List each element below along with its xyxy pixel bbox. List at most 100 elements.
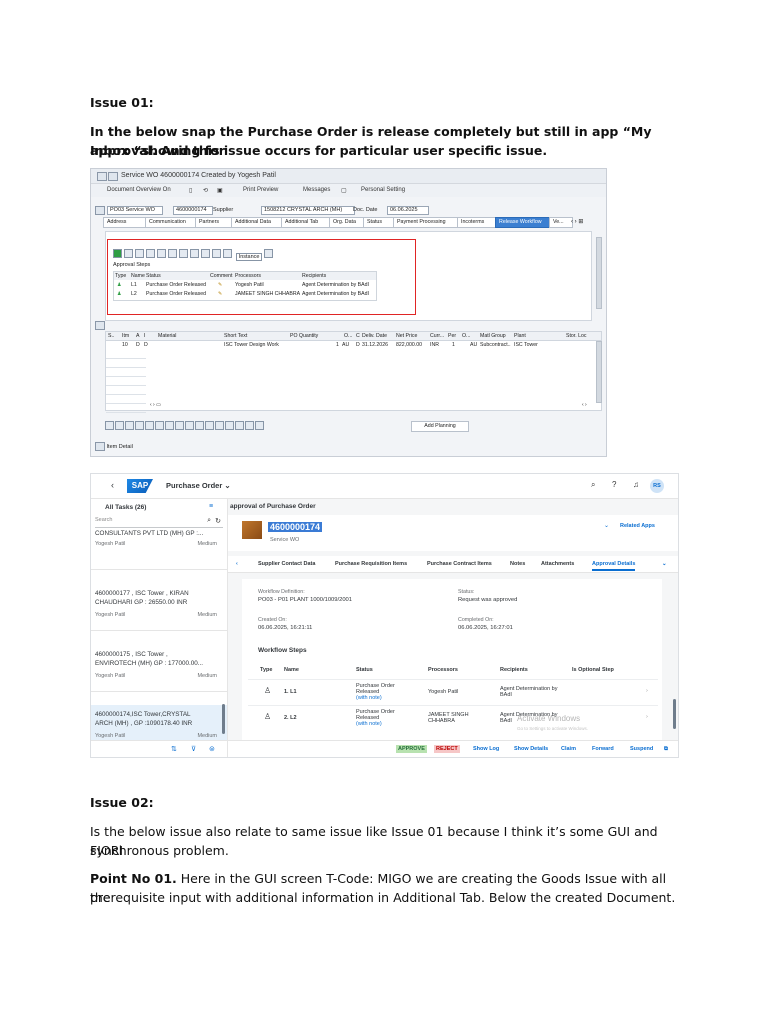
toolbar-icon[interactable] <box>165 421 174 430</box>
add-planning-button[interactable]: Add Planning <box>411 421 469 432</box>
tab-supplier-contact-data[interactable]: Supplier Contact Data <box>258 561 315 567</box>
tab-more[interactable]: Ve... <box>549 217 573 228</box>
messages-button[interactable]: Messages <box>303 187 330 193</box>
tab-approval-details[interactable]: Approval Details <box>592 561 636 571</box>
collapse-header-icon[interactable] <box>95 321 105 330</box>
toolbar-icon[interactable] <box>157 249 166 258</box>
filter-icon[interactable]: ⊽ <box>191 745 196 753</box>
table-row[interactable]: ♟ L2 Purchase Order Released ✎ JAMEET SI… <box>114 290 376 298</box>
toolbar-icon[interactable] <box>245 421 254 430</box>
tab-additional-tab[interactable]: Additional Tab <box>281 217 331 228</box>
toolbar-icon[interactable] <box>212 249 221 258</box>
navigation-chevron-icon[interactable]: › <box>646 688 648 695</box>
table-row[interactable]: ♙ 2. L2 Purchase Order Released (with no… <box>248 705 658 730</box>
toolbar-icon[interactable] <box>115 421 124 430</box>
toolbar-icon[interactable] <box>105 421 114 430</box>
app-title[interactable]: Purchase Order ⌄ <box>166 481 231 490</box>
tab-payment-processing[interactable]: Payment Processing <box>393 217 459 228</box>
claim-button[interactable]: Claim <box>559 745 578 753</box>
refresh-icon[interactable]: ↻ <box>215 517 221 525</box>
doc-type-field[interactable]: PO03 Service WO <box>107 206 163 215</box>
avatar[interactable]: RS <box>650 479 664 493</box>
toolbar-icon[interactable] <box>125 421 134 430</box>
green-light-icon[interactable] <box>113 249 122 258</box>
po-number-field[interactable]: 4600000174 <box>173 206 213 215</box>
toolbar-icon[interactable] <box>264 249 274 258</box>
list-item[interactable]: CONSULTANTS PVT LTD (MH) GP :... Yogesh … <box>91 529 227 570</box>
tab-notes[interactable]: Notes <box>510 561 525 567</box>
help-icon[interactable]: ▢ <box>341 187 347 194</box>
toolbar-icon[interactable] <box>146 249 155 258</box>
sort-icon[interactable]: ⇅ <box>171 745 177 753</box>
comment-icon[interactable]: ✎ <box>218 282 222 288</box>
other-po-icon[interactable]: ▣ <box>217 187 223 194</box>
group-icon[interactable]: ⊜ <box>209 745 215 753</box>
edit-icon[interactable]: ⟲ <box>203 187 208 194</box>
toolbar-icon[interactable] <box>195 421 204 430</box>
personal-setting-button[interactable]: Personal Setting <box>361 187 405 193</box>
document-overview-button[interactable]: Document Overview On <box>107 187 171 193</box>
workflow-scrollbar[interactable] <box>596 237 602 309</box>
tab-org-data[interactable]: Org. Data <box>329 217 365 228</box>
table-row[interactable]: 10 D D ISC Tower Design Work 1 AU D 31.1… <box>106 341 601 349</box>
share-icon[interactable]: ⧉ <box>662 745 670 754</box>
tab-incoterms[interactable]: Incoterms <box>457 217 497 228</box>
tab-communication[interactable]: Communication <box>145 217 197 228</box>
related-apps-button[interactable]: Related Apps <box>620 523 655 529</box>
list-item[interactable]: 4600000175 , ISC Tower , ENVIROTECH (MH)… <box>91 649 227 692</box>
toolbar-icon[interactable] <box>135 249 144 258</box>
suspend-button[interactable]: Suspend <box>628 745 655 753</box>
tab-status[interactable]: Status <box>363 217 395 228</box>
show-details-button[interactable]: Show Details <box>512 745 550 753</box>
item-table-scrollbar[interactable] <box>596 341 602 403</box>
toolbar-icon[interactable] <box>255 421 264 430</box>
forward-button[interactable]: Forward <box>590 745 616 753</box>
search-icon[interactable]: ⌕ <box>591 480 595 490</box>
tab-scroll-left-icon[interactable]: ‹ <box>236 561 238 567</box>
supplier-field[interactable]: 1508212 CRYSTAL ARCH (MH) <box>261 206 355 215</box>
toolbar-icon[interactable] <box>145 421 154 430</box>
comment-icon[interactable]: ✎ <box>218 291 222 297</box>
item-detail-toggle[interactable]: Item Detail <box>95 442 133 451</box>
menu-icon[interactable] <box>97 172 107 181</box>
tab-attachments[interactable]: Attachments <box>541 561 574 567</box>
table-row[interactable]: ♟ L1 Purchase Order Released ✎ Yogesh Pa… <box>114 281 376 289</box>
tab-scroll-arrows-icon[interactable]: ‹ › ⊞ <box>571 218 583 225</box>
show-log-button[interactable]: Show Log <box>471 745 501 753</box>
toolbar-icon[interactable] <box>175 421 184 430</box>
tab-release-workflow[interactable]: Release Workflow <box>495 217 551 228</box>
toolbar-icon[interactable] <box>190 249 199 258</box>
list-scrollbar[interactable] <box>222 704 225 734</box>
display-change-icon[interactable] <box>108 172 118 181</box>
tab-additional-data[interactable]: Additional Data <box>231 217 283 228</box>
toolbar-icon[interactable] <box>135 421 144 430</box>
help-icon[interactable]: ? <box>612 480 616 489</box>
horizontal-scroll-icon[interactable]: ‹ › ▭ <box>150 402 161 408</box>
toolbar-icon[interactable] <box>225 421 234 430</box>
print-preview-button[interactable]: Print Preview <box>243 187 278 193</box>
toolbar-icon[interactable] <box>185 421 194 430</box>
navigation-chevron-icon[interactable]: › <box>646 714 648 721</box>
search-input[interactable]: Search ⌕ ↻ <box>95 517 223 528</box>
with-note-link[interactable]: (with note) <box>356 695 382 702</box>
table-row[interactable]: ♙ 1. L1 Purchase Order Released (with no… <box>248 679 658 704</box>
detail-scrollbar[interactable] <box>673 699 676 729</box>
create-icon[interactable]: ▯ <box>189 187 192 194</box>
tab-overflow-icon[interactable]: ⌄ <box>662 561 667 567</box>
tab-address[interactable]: Address <box>103 217 147 228</box>
tab-partners[interactable]: Partners <box>195 217 233 228</box>
tab-purchase-contract-items[interactable]: Purchase Contract Items <box>427 561 492 567</box>
chevron-down-icon[interactable]: ⌄ <box>604 522 609 529</box>
sort-icon[interactable]: ≡ <box>209 503 213 510</box>
toolbar-icon[interactable] <box>179 249 188 258</box>
toolbar-icon[interactable] <box>223 249 232 258</box>
list-item[interactable]: 4600000177 , ISC Tower , KIRAN CHAUDHARI… <box>91 588 227 631</box>
toolbar-icon[interactable] <box>235 421 244 430</box>
toolbar-icon[interactable] <box>205 421 214 430</box>
toolbar-icon[interactable] <box>124 249 133 258</box>
filter-icon[interactable] <box>201 249 210 258</box>
approve-button[interactable]: APPROVE <box>396 745 427 753</box>
notification-bell-icon[interactable]: ♫ <box>633 480 639 489</box>
doc-date-field[interactable]: 06.06.2025 <box>387 206 429 215</box>
toolbar-icon[interactable] <box>155 421 164 430</box>
